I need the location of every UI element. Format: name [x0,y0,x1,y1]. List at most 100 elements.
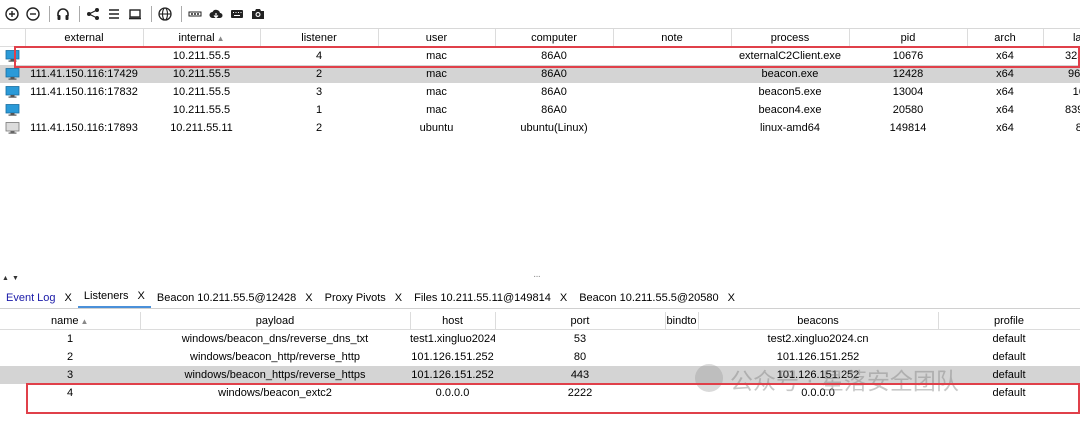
tab-listeners[interactable]: Listeners X [77,286,151,308]
beacon-note-cell [613,119,731,137]
tab-proxy-pivots[interactable]: Proxy Pivots X [319,288,408,308]
beacons-table: external internal ▲ listener user compute… [0,29,1080,137]
col-process-header[interactable]: process [731,29,850,47]
beacon-process-cell: externalC2Client.exe [738,50,842,62]
windows-computer-icon [5,104,20,116]
tab-event-log[interactable]: Event Log X [0,288,78,308]
dots-icon[interactable] [186,5,204,23]
tab-close-button[interactable]: X [65,292,72,304]
col-pid-header[interactable]: pid [849,29,968,47]
col-computer-header[interactable]: computer [495,29,614,47]
headphones-icon[interactable] [54,5,72,23]
listener-row[interactable]: 3 windows/beacon_https/reverse_https 101.1… [0,366,1080,384]
col-last-header[interactable]: last [1043,29,1080,47]
split-divider[interactable]: ▲ ▼ ··· [0,271,1080,285]
tab-beacon-10-211-55-5-20580[interactable]: Beacon 10.211.55.5@20580 X [573,288,741,308]
listener-host-cell: 0.0.0.0 [435,387,470,399]
col-label: pid [900,31,916,44]
col-label: internal [178,31,215,44]
globe-icon[interactable] [156,5,174,23]
plus-circle-icon[interactable] [3,5,21,23]
listener-port-cell: 53 [573,333,587,345]
listener-name-cell: 2 [66,351,74,363]
minus-circle-icon[interactable] [24,5,42,23]
col-note-header[interactable]: note [613,29,732,47]
toolbar-separator [49,6,50,22]
monitor-icon[interactable] [126,5,144,23]
keyboard-icon[interactable] [228,5,246,23]
tab-beacon-10-211-55-5-12428[interactable]: Beacon 10.211.55.5@12428 X [151,288,319,308]
tab-label: Beacon 10.211.55.5@20580 [579,292,719,304]
beacon-last-cell: 325ms [1064,50,1080,62]
col-beacons-header[interactable]: beacons [698,312,939,330]
beacon-external-cell: 111.41.150.116:17893 [30,122,138,134]
beacon-row[interactable]: 10.211.55.5 1 mac 86A0 beacon4.exe 20580 x64 83… [0,101,1080,119]
listener-beacons-cell: test2.xingluo2024.cn [767,333,869,345]
listener-profile-cell: default [938,366,1080,384]
listener-beacons-cell: 101.126.151.252 [698,366,939,384]
beacon-icon-cell [0,47,25,66]
col-label: user [425,31,448,44]
listener-bindto-cell [665,366,699,384]
col-label: port [570,314,590,327]
beacon-row[interactable]: 111.41.150.116:17832 10.211.55.5 3 mac 86A0 b… [0,83,1080,101]
col-external-header[interactable]: external [25,29,144,47]
beacon-icon-cell [0,101,25,119]
arrow-up-icon[interactable]: ▲ [2,275,9,282]
col-port-header[interactable]: port [495,312,666,330]
list-icon[interactable] [105,5,123,23]
listener-row[interactable]: 1 windows/beacon_dns/reverse_dns_txt test1… [0,330,1080,349]
col-label: host [442,314,463,327]
col-name-header[interactable]: name ▲ [0,312,141,330]
beacon-row[interactable]: 10.211.55.5 4 mac 86A0 externalC2Client.exe 1… [0,47,1080,66]
col-listener-header[interactable]: listener [260,29,379,47]
col-label: note [661,31,683,44]
beacon-row[interactable]: 111.41.150.116:17893 10.211.55.11 2 ubuntu u… [0,119,1080,137]
listener-payload-cell: windows/beacon_http/reverse_http [190,351,360,363]
col-bindto-header[interactable]: bindto [665,312,699,330]
beacon-listener-cell: 2 [315,122,323,134]
camera-icon[interactable] [249,5,267,23]
beacon-row[interactable]: 111.41.150.116:17429 10.211.55.5 2 mac 86A0 b… [0,65,1080,83]
col-label: external [64,31,104,44]
listener-name-cell: 3 [0,366,140,384]
beacon-user-cell: mac [426,104,447,116]
listeners-body: 1 windows/beacon_dns/reverse_dns_txt test1… [0,330,1080,403]
listener-row[interactable]: 2 windows/beacon_http/reverse_http 101.126… [0,348,1080,366]
col-icon-header[interactable] [0,29,26,47]
col-profile-header[interactable]: profile [938,312,1080,330]
toolbar-separator [181,6,182,22]
listener-row[interactable]: 4 windows/beacon_extc2 0.0.0.0 2222 0.0.0.0 d… [0,384,1080,402]
col-label: last [1072,31,1080,44]
col-internal-header[interactable]: internal ▲ [143,29,261,47]
tab-close-button[interactable]: X [560,292,567,304]
beacons-header: external internal ▲ listener user compute… [0,29,1080,47]
beacon-computer-cell: 86A0 [495,65,613,83]
beacon-internal-cell: 10.211.55.5 [143,65,260,83]
listener-port-cell: 2222 [567,387,593,399]
beacon-listener-cell: 4 [315,50,323,62]
arrow-down-icon[interactable]: ▼ [12,275,19,282]
tab-close-button[interactable]: X [395,292,402,304]
tab-label: Beacon 10.211.55.5@12428 [156,292,297,304]
col-payload-header[interactable]: payload [140,312,411,330]
listener-bindto-cell [665,330,698,349]
beacon-listener-cell: 3 [315,86,323,98]
share-icon[interactable] [84,5,102,23]
tab-close-button[interactable]: X [728,292,735,304]
col-host-header[interactable]: host [410,312,496,330]
beacon-note-cell [613,47,731,66]
drag-handle-icon[interactable]: ··· [533,271,541,282]
tab-close-button[interactable]: X [305,292,312,304]
beacon-process-cell: beacon4.exe [758,104,822,116]
beacon-computer-cell: 86A0 [541,50,567,62]
cloud-download-icon[interactable] [207,5,225,23]
col-user-header[interactable]: user [378,29,496,47]
tab-close-button[interactable]: X [138,290,145,302]
listener-bindto-cell [665,384,698,402]
col-arch-header[interactable]: arch [967,29,1044,47]
beacon-external-cell: 111.41.150.116:17429 [25,65,143,83]
beacon-last-cell: 8s [1075,122,1080,134]
tab-files-10-211-55-11-149814[interactable]: Files 10.211.55.11@149814 X [408,288,573,308]
beacon-last-cell: 839ms [1064,104,1080,116]
